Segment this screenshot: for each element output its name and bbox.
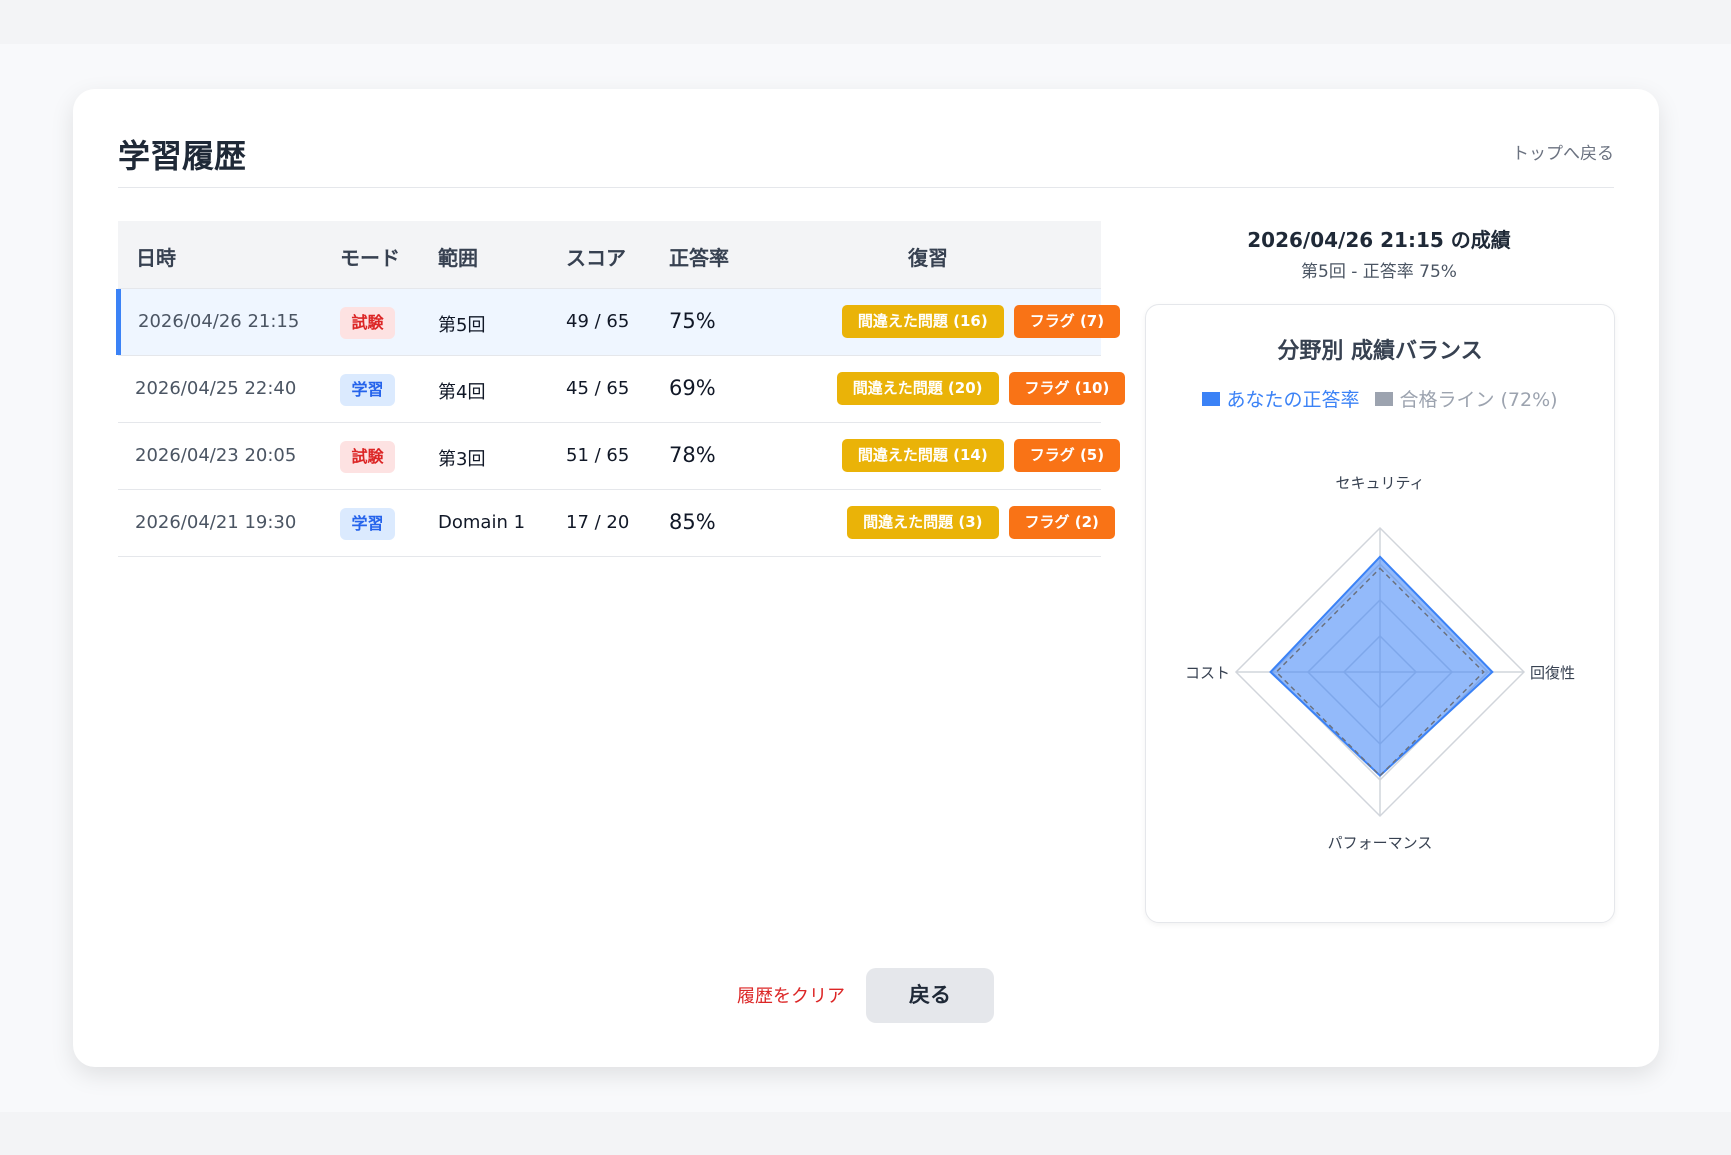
axis-label: パフォーマンス — [1328, 834, 1433, 852]
row-date: 2026/04/26 21:15 — [138, 311, 300, 332]
wrong-questions-button[interactable]: 間違えた問題 (16) — [841, 305, 1004, 338]
radar-chart: セキュリティ回復性パフォーマンス コスト — [1185, 474, 1575, 852]
row-range: 第4回 — [438, 382, 486, 403]
mode-badge: 試験 — [340, 307, 395, 339]
wrong-questions-button[interactable]: 間違えた問題 (20) — [836, 372, 999, 405]
back-to-top-link[interactable]: トップへ戻る — [1512, 139, 1614, 164]
row-rate: 69% — [669, 376, 716, 400]
table-row[interactable]: 2026/04/25 22:40 学習 第4回 45 / 65 69% 間違えた… — [118, 356, 1126, 423]
wrong-questions-button[interactable]: 間違えた問題 (14) — [841, 439, 1004, 472]
table-header: 日時 モード 範囲 スコア 正答率 復習 — [118, 221, 1101, 289]
radar-chart-card: 分野別 成績バランス あなたの正答率 合格ライン (72%) セキュリティ 回復性… — [1145, 304, 1615, 923]
review-actions: 間違えた問題 (16) フラグ (7) — [807, 305, 1155, 339]
axis-label: コスト — [1185, 664, 1230, 682]
row-date: 2026/04/25 22:40 — [135, 378, 297, 399]
row-rate: 75% — [669, 309, 716, 333]
row-date: 2026/04/23 20:05 — [135, 445, 297, 466]
column-header-mode: モード — [340, 246, 400, 270]
row-score: 17 / 20 — [566, 512, 630, 533]
flagged-button[interactable]: フラグ (7) — [1013, 305, 1121, 338]
axis-label: セキュリティ — [1335, 474, 1424, 492]
axis-label: 回復性 — [1530, 664, 1575, 682]
wrong-questions-button[interactable]: 間違えた問題 (3) — [847, 506, 999, 539]
flagged-button[interactable]: フラグ (2) — [1008, 506, 1115, 539]
row-date: 2026/04/21 19:30 — [135, 512, 297, 533]
result-subtitle: 第5回 - 正答率 75% — [1301, 262, 1457, 282]
column-header-review: 復習 — [908, 246, 948, 270]
row-range: 第3回 — [438, 449, 486, 470]
column-header-date: 日時 — [136, 246, 176, 270]
row-range: Domain 1 — [438, 512, 526, 533]
mode-badge: 学習 — [340, 508, 395, 540]
mode-badge: 学習 — [340, 374, 395, 406]
table-row[interactable]: 2026/04/26 21:15 試験 第5回 49 / 65 75% 間違えた… — [116, 289, 1121, 356]
clear-history-link[interactable]: 履歴をクリア — [737, 982, 845, 1008]
row-range: 第5回 — [438, 315, 486, 336]
review-actions: 間違えた問題 (14) フラグ (5) — [807, 439, 1155, 473]
table-row[interactable]: 2026/04/21 19:30 学習 Domain 1 17 / 20 85%… — [118, 490, 1115, 557]
row-rate: 78% — [669, 443, 716, 467]
review-actions: 間違えた問題 (20) フラグ (10) — [807, 372, 1155, 406]
history-table: 日時 モード 範囲 スコア 正答率 復習 2026/04/26 21:15 試験… — [116, 221, 1126, 557]
column-header-range: 範囲 — [438, 246, 478, 270]
row-score: 45 / 65 — [566, 378, 630, 399]
flagged-button[interactable]: フラグ (5) — [1013, 439, 1121, 472]
column-header-rate: 正答率 — [669, 246, 729, 270]
column-header-score: スコア — [566, 246, 626, 270]
back-button[interactable]: 戻る — [866, 968, 994, 1023]
mode-badge: 試験 — [340, 441, 395, 473]
row-score: 49 / 65 — [566, 311, 630, 332]
page-title: 学習履歴 — [118, 137, 247, 175]
row-score: 51 / 65 — [566, 445, 630, 466]
row-rate: 85% — [669, 510, 716, 534]
series-area-score — [1269, 555, 1494, 778]
header: 学習履歴 トップへ戻る — [118, 131, 1614, 188]
table-row[interactable]: 2026/04/23 20:05 試験 第3回 51 / 65 78% 間違えた… — [118, 423, 1121, 490]
review-actions: 間違えた問題 (3) フラグ (2) — [807, 506, 1155, 540]
result-title: 2026/04/26 21:15 の成績 — [1247, 228, 1511, 252]
history-card: 学習履歴 トップへ戻る 日時 モード 範囲 スコア 正答率 復習 2026/04… — [73, 89, 1659, 1067]
flagged-button[interactable]: フラグ (10) — [1008, 372, 1126, 405]
